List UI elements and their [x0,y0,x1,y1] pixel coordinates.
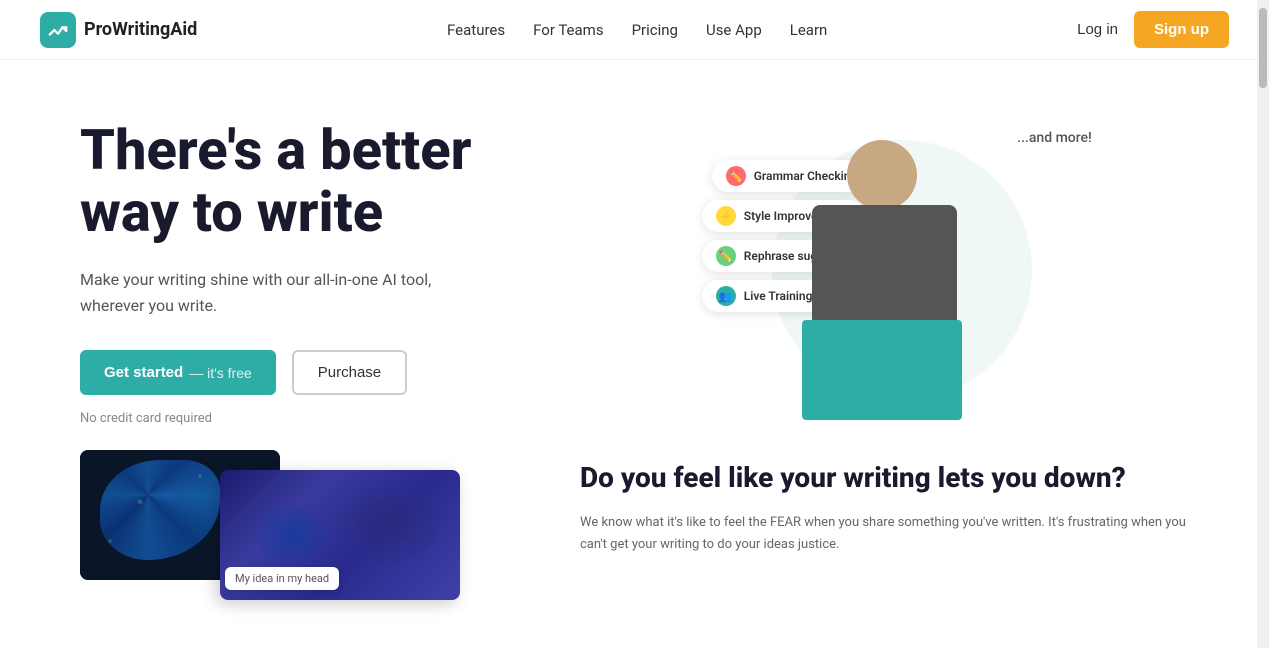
bottom-images: My idea in my head [80,450,520,610]
scrollbar[interactable] [1257,0,1269,648]
and-more-text: ...and more! [1017,130,1092,146]
person-head [847,140,917,210]
bottom-headline: Do you feel like your writing lets you d… [580,460,1189,496]
nav-actions: Log in Sign up [1077,11,1229,48]
person-laptop [802,320,962,420]
training-icon: 👥 [716,286,736,306]
hero-subtitle: Make your writing shine with our all-in-… [80,267,460,318]
get-started-button[interactable]: Get started — it's free [80,350,276,395]
get-started-label: Get started [104,364,183,381]
illustration-container: ...and more! ✏️ Grammar Checking ⚡ Style… [712,120,1112,420]
image-stack: My idea in my head [80,450,460,610]
nav-link-use-app[interactable]: Use App [706,21,762,39]
purchase-button[interactable]: Purchase [292,350,407,395]
nav-links: Features For Teams Pricing Use App Learn [447,21,827,39]
login-button[interactable]: Log in [1077,21,1118,38]
get-started-suffix: — it's free [189,365,252,381]
person-figure [792,140,972,420]
hero-headline: There's a better way to write [80,120,635,243]
hero-section: There's a better way to write Make your … [0,60,1269,450]
scrollbar-thumb[interactable] [1259,8,1267,88]
image-tooltip: My idea in my head [225,567,339,590]
no-credit-card-text: No credit card required [80,411,635,426]
bottom-text: We know what it's like to feel the FEAR … [580,512,1189,556]
grammar-icon: ✏️ [726,166,746,186]
rephrase-icon: ✏️ [716,246,736,266]
nav-link-learn[interactable]: Learn [790,21,828,39]
nav-link-for-teams[interactable]: For Teams [533,21,603,39]
hero-buttons: Get started — it's free Purchase [80,350,635,395]
nav-link-pricing[interactable]: Pricing [632,21,678,39]
hero-illustration: ...and more! ✏️ Grammar Checking ⚡ Style… [635,110,1190,430]
bottom-content: Do you feel like your writing lets you d… [580,450,1189,557]
style-icon: ⚡ [716,206,736,226]
brand-name: ProWritingAid [84,19,197,40]
logo-icon [40,12,76,48]
hero-content: There's a better way to write Make your … [80,110,635,426]
signup-button[interactable]: Sign up [1134,11,1229,48]
nav-link-features[interactable]: Features [447,21,505,39]
bottom-section: My idea in my head Do you feel like your… [0,450,1269,610]
brand-logo[interactable]: ProWritingAid [40,12,197,48]
